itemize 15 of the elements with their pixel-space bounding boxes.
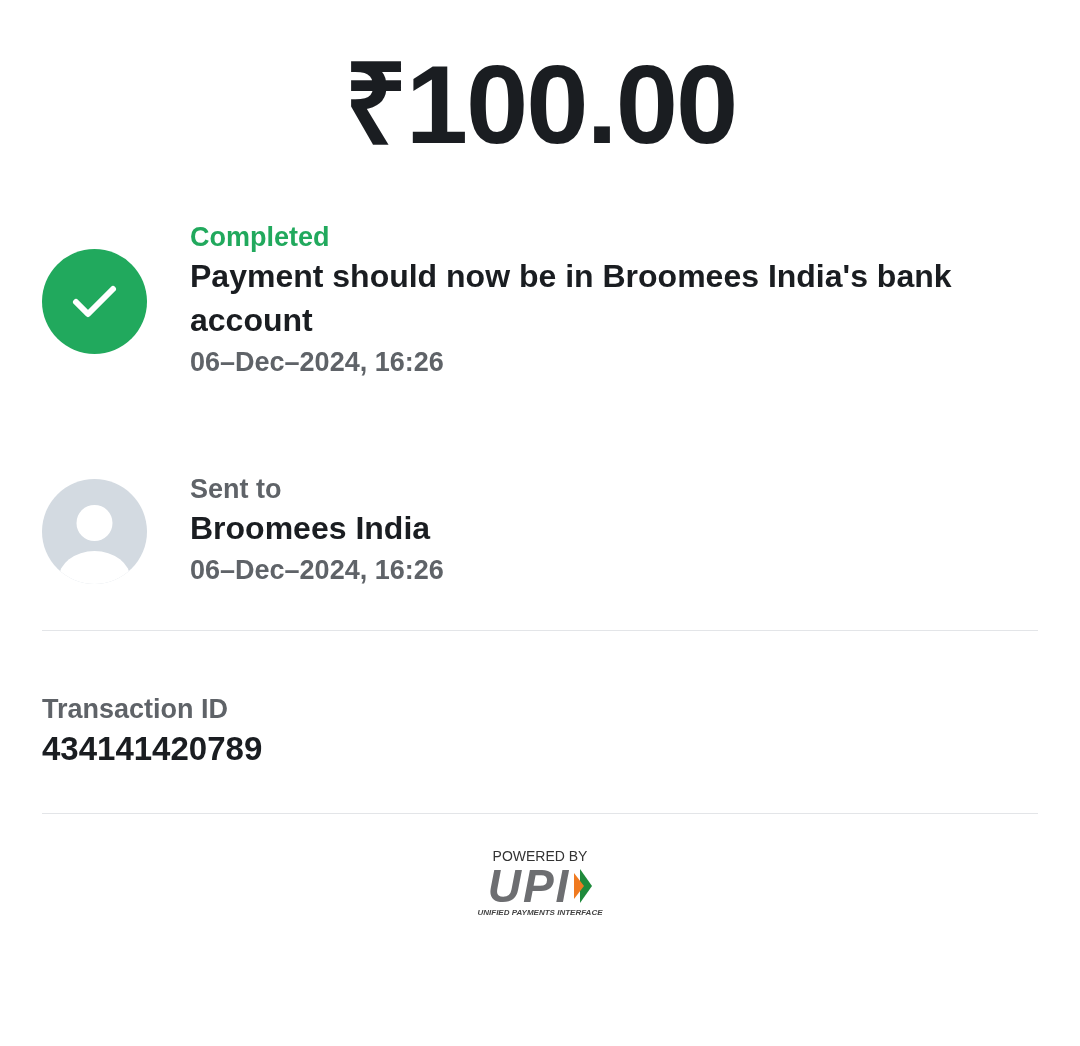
upi-logo: UPI	[487, 864, 571, 908]
event-time: 06–Dec–2024, 16:26	[190, 554, 445, 587]
transaction-id: 434141420789	[42, 729, 264, 769]
check-icon	[42, 248, 147, 354]
event-label: Sent to	[190, 473, 283, 506]
avatar-icon	[42, 478, 147, 584]
upi-tagline: UNIFIED PAYMENTS INTERFACE	[477, 908, 603, 917]
powered-by-text: POWERED BY	[492, 848, 588, 864]
event-text: Broomees India	[190, 509, 432, 548]
event-time: 06–Dec–2024, 16:26	[190, 346, 445, 379]
transaction-label: Transaction ID	[42, 693, 230, 726]
amount: ₹100.00	[342, 41, 738, 169]
event-text: Payment should now be in Broomees India's bank account	[190, 257, 953, 340]
event-label: Completed	[190, 221, 331, 254]
arrow-icon	[574, 869, 593, 903]
